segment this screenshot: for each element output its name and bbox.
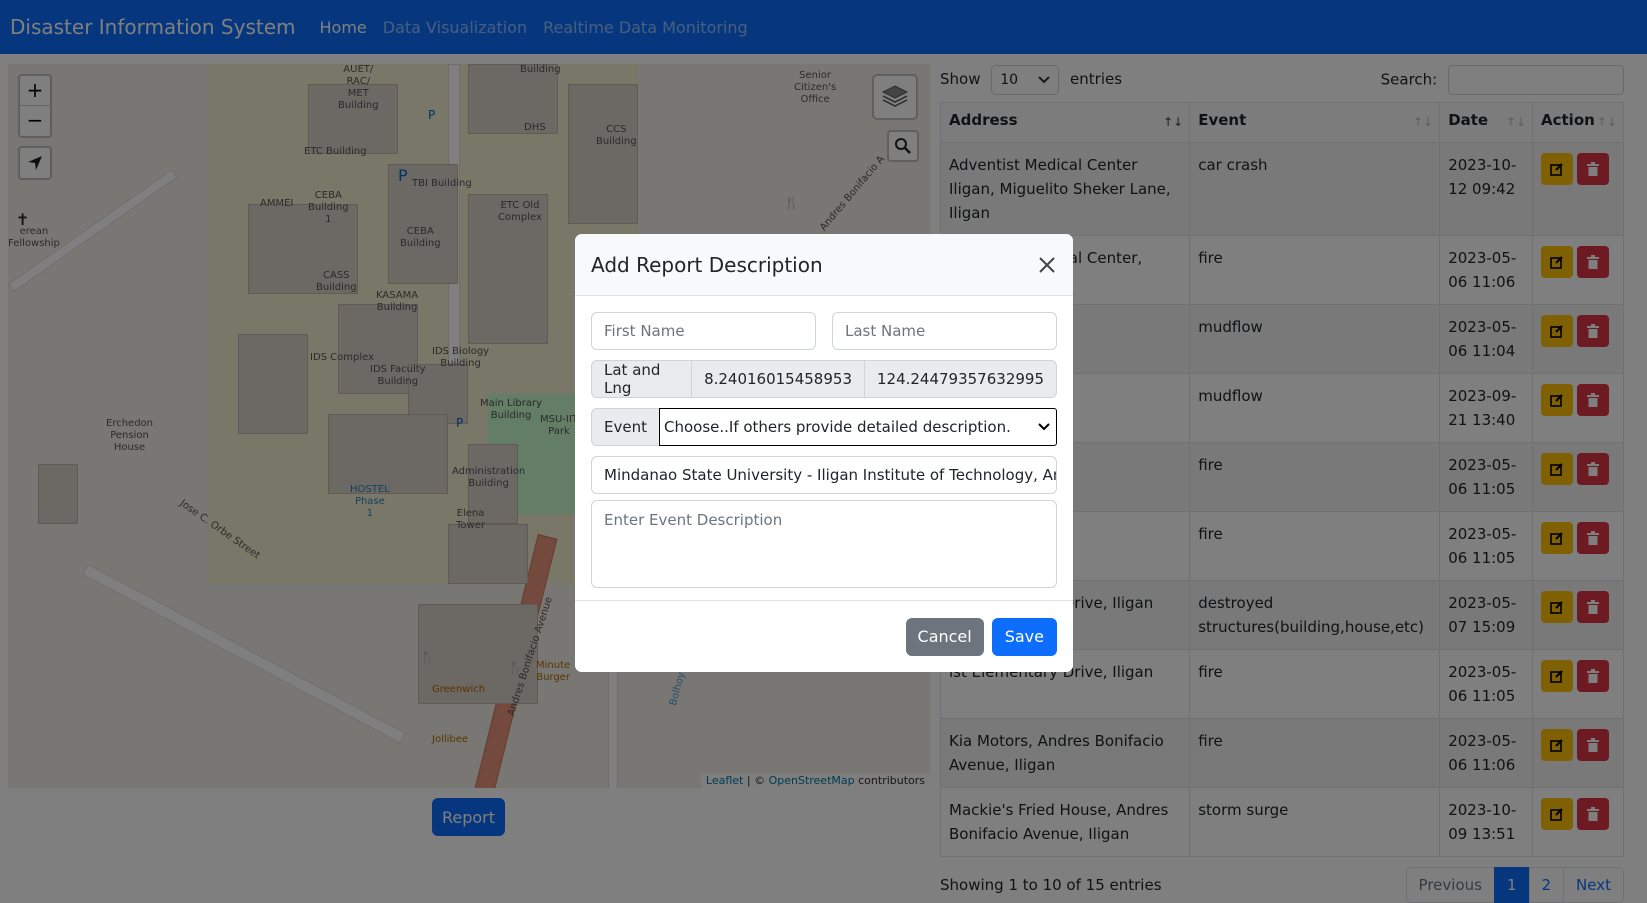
latlng-group: Lat and Lng 8.24016015458953 124.2447935… bbox=[591, 360, 1057, 398]
modal-title: Add Report Description bbox=[591, 252, 823, 277]
event-group: Event Choose..If others provide detailed… bbox=[591, 408, 1057, 446]
modal-header: Add Report Description bbox=[575, 234, 1073, 296]
event-select[interactable]: Choose..If others provide detailed descr… bbox=[658, 408, 1057, 446]
close-icon[interactable] bbox=[1037, 255, 1057, 275]
first-name-placeholder: First Name bbox=[604, 322, 685, 340]
latlng-label: Lat and Lng bbox=[591, 360, 693, 398]
first-name-input[interactable]: First Name bbox=[591, 312, 816, 350]
event-label: Event bbox=[591, 408, 660, 446]
address-value: Mindanao State University - Iligan Insti… bbox=[604, 466, 1057, 484]
description-placeholder: Enter Event Description bbox=[604, 511, 783, 529]
add-report-modal: Add Report Description First Name Last N… bbox=[575, 234, 1073, 672]
event-selected-value: Choose..If others provide detailed descr… bbox=[663, 418, 1011, 436]
modal-body: First Name Last Name Lat and Lng 8.24016… bbox=[575, 296, 1073, 604]
name-row: First Name Last Name bbox=[591, 312, 1057, 350]
lng-field: 124.24479357632995 bbox=[863, 360, 1057, 398]
address-input[interactable]: Mindanao State University - Iligan Insti… bbox=[591, 456, 1057, 494]
cancel-button[interactable]: Cancel bbox=[905, 617, 984, 656]
lat-field: 8.24016015458953 bbox=[691, 360, 865, 398]
last-name-input[interactable]: Last Name bbox=[832, 312, 1057, 350]
chevron-down-icon bbox=[1038, 423, 1050, 431]
last-name-placeholder: Last Name bbox=[845, 322, 926, 340]
save-button[interactable]: Save bbox=[991, 617, 1057, 656]
modal-footer: Cancel Save bbox=[575, 600, 1073, 672]
event-description-textarea[interactable]: Enter Event Description bbox=[591, 500, 1057, 588]
